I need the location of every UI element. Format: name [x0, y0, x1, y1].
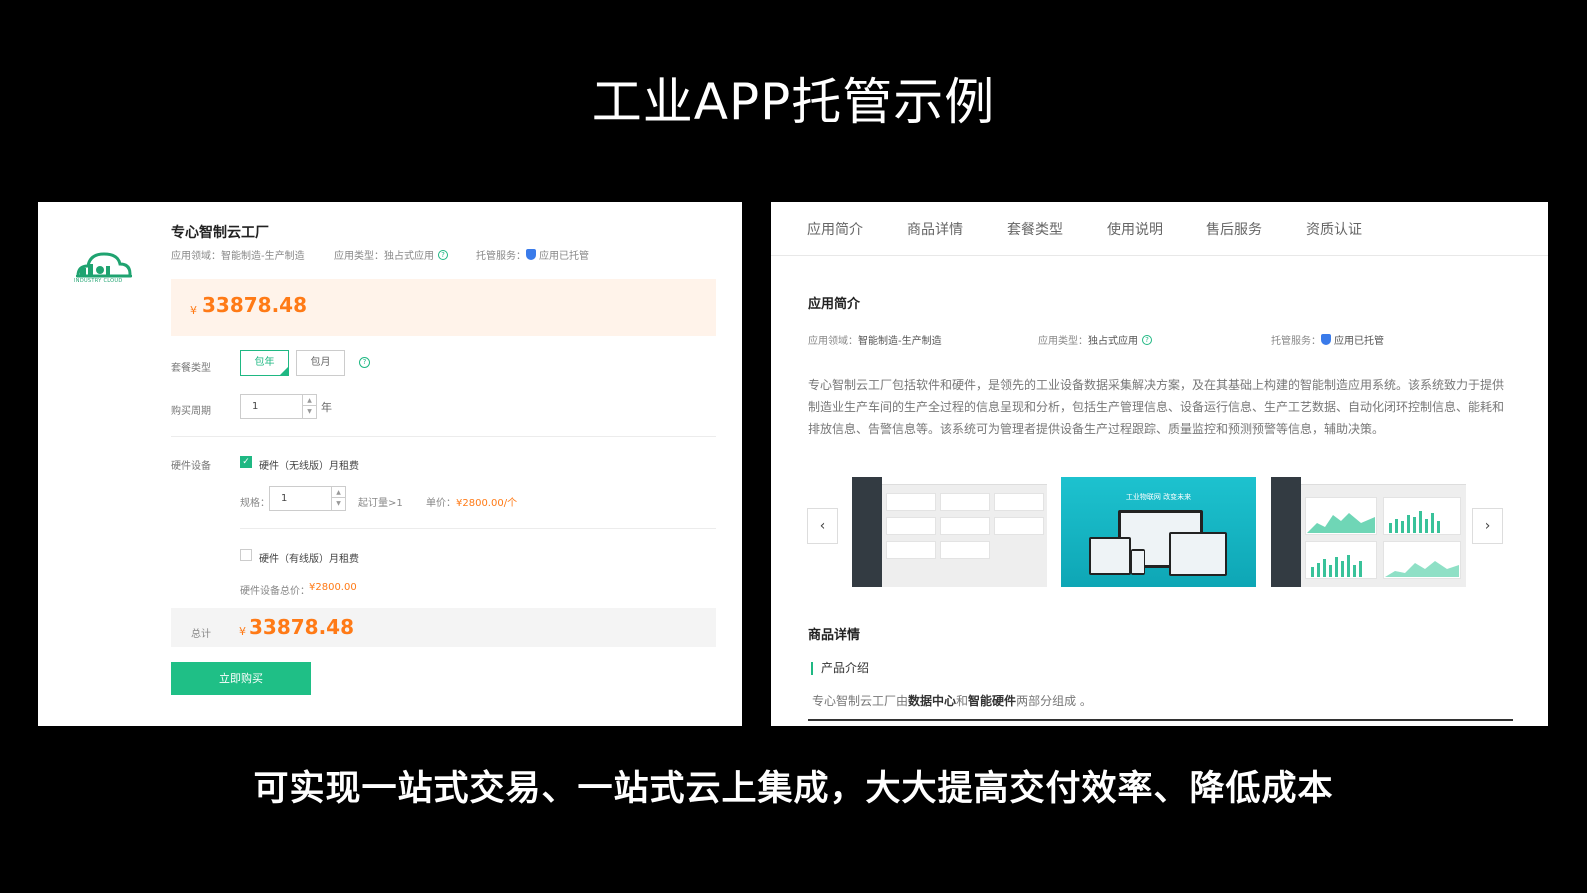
- shield-icon: [1321, 334, 1331, 345]
- product-intro-text: 专心智制云工厂由数据中心和智能硬件两部分组成 。: [812, 692, 1092, 709]
- intro-mid: 和: [956, 694, 969, 708]
- info-icon[interactable]: ?: [438, 249, 448, 260]
- currency-symbol: ¥: [190, 304, 197, 317]
- carousel-next-button[interactable]: ›: [1472, 508, 1503, 544]
- detail-panel: 应用简介 商品详情 套餐类型 使用说明 售后服务 资质认证 应用简介 应用领域：…: [771, 202, 1548, 726]
- tab-usage[interactable]: 使用说明: [1107, 219, 1163, 239]
- type-label: 应用类型：: [1038, 336, 1088, 347]
- plan-help-icon[interactable]: ?: [359, 357, 370, 368]
- tab-app-intro[interactable]: 应用简介: [807, 219, 863, 239]
- info-icon[interactable]: ?: [1142, 334, 1152, 345]
- unit-price-label: 单价：: [426, 498, 456, 509]
- logo-text: INDUSTRY CLOUD: [74, 278, 123, 284]
- divider: [171, 436, 716, 437]
- wireless-label: 硬件（无线版）月租费: [259, 461, 359, 472]
- service-label: 托管服务：: [1271, 336, 1321, 347]
- screenshot-thumbnail-2[interactable]: 工业物联网 改变未来: [1061, 477, 1256, 587]
- product-intro-subtitle: 产品介绍: [811, 662, 869, 675]
- type-label: 应用类型：: [334, 251, 384, 262]
- min-order: 起订量>1: [358, 498, 403, 509]
- currency-symbol: ¥: [239, 625, 246, 638]
- divider: [808, 719, 1513, 721]
- product-meta: 应用领域： 智能制造-生产制造 应用类型： 独占式应用? 托管服务： 应用已托管: [171, 247, 589, 262]
- app-description: 专心智制云工厂包括软件和硬件，是领先的工业设备数据采集解决方案，及在其基础上构建…: [808, 378, 1505, 436]
- service-label: 托管服务：: [476, 251, 526, 262]
- wireless-checkbox[interactable]: ✓: [240, 456, 252, 468]
- stepper-down-icon[interactable]: ▼: [303, 406, 316, 417]
- intro-suffix: 两部分组成 。: [1016, 694, 1092, 708]
- screenshot-thumbnail-1[interactable]: [852, 477, 1047, 587]
- spec-label: 规格：: [240, 498, 270, 509]
- wired-label: 硬件（有线版）月租费: [259, 554, 359, 565]
- intro-title: 应用简介: [808, 297, 861, 312]
- type-value: 独占式应用: [384, 251, 434, 262]
- detail-meta: 应用领域： 智能制造-生产制造 应用类型： 独占式应用? 托管服务： 应用已托管: [808, 332, 1384, 347]
- plan-monthly-button[interactable]: 包月: [296, 350, 345, 376]
- intro-highlight-data-center: 数据中心: [908, 694, 957, 708]
- hardware-label: 硬件设备: [171, 461, 211, 472]
- stepper-up-icon[interactable]: ▲: [332, 487, 345, 498]
- banner-slogan: 工业物联网 改变未来: [1125, 493, 1192, 501]
- price-value: 33878.48: [202, 293, 308, 317]
- total-price: 33878.48: [249, 615, 355, 639]
- unit-price: ¥2800.00/个: [456, 498, 518, 509]
- total-bar: 总计 ¥ 33878.48: [171, 608, 716, 647]
- service-value: 应用已托管: [539, 251, 589, 262]
- plan-label: 套餐类型: [171, 363, 211, 374]
- tab-after-sales[interactable]: 售后服务: [1206, 219, 1262, 239]
- period-unit: 年: [321, 401, 332, 414]
- intro-highlight-hardware: 智能硬件: [968, 694, 1017, 708]
- stepper-down-icon[interactable]: ▼: [332, 498, 345, 509]
- cloud-logo-icon: [76, 252, 132, 278]
- tab-plan-type[interactable]: 套餐类型: [1007, 219, 1063, 239]
- domain-value: 智能制造-生产制造: [858, 336, 942, 347]
- slide-caption: 可实现一站式交易、一站式云上集成，大大提高交付效率、降低成本: [253, 769, 1334, 809]
- hardware-total: ¥2800.00: [309, 582, 357, 593]
- spec-value: 1: [281, 493, 288, 504]
- spec-stepper[interactable]: 1 ▲ ▼: [269, 486, 346, 511]
- tab-goods-detail[interactable]: 商品详情: [907, 219, 963, 239]
- wired-checkbox[interactable]: [240, 549, 252, 561]
- chart-thumbnail-icon: [1307, 511, 1459, 577]
- price-box: ¥ 33878.48: [171, 279, 716, 336]
- slide-title: 工业APP托管示例: [591, 73, 996, 131]
- goods-detail-title: 商品详情: [808, 628, 861, 643]
- type-value: 独占式应用: [1088, 336, 1138, 347]
- plan-yearly-button[interactable]: 包年: [240, 350, 289, 376]
- tab-bar: 应用简介 商品详情 套餐类型 使用说明 售后服务 资质认证: [771, 202, 1548, 256]
- domain-value: 智能制造-生产制造: [221, 251, 305, 262]
- shield-icon: [526, 249, 536, 260]
- service-value: 应用已托管: [1334, 336, 1384, 347]
- period-label: 购买周期: [171, 406, 211, 417]
- total-label: 总计: [191, 629, 211, 640]
- hardware-total-label: 硬件设备总价：: [240, 586, 310, 597]
- screenshot-thumbnail-3[interactable]: [1271, 477, 1466, 587]
- purchase-panel: INDUSTRY CLOUD 专心智制云工厂 应用领域： 智能制造-生产制造 应用…: [38, 202, 742, 726]
- period-stepper[interactable]: 1 ▲ ▼: [240, 394, 317, 419]
- product-name: 专心智制云工厂: [171, 225, 269, 241]
- period-value: 1: [252, 401, 259, 412]
- intro-prefix: 专心智制云工厂由: [812, 694, 909, 708]
- tab-certification[interactable]: 资质认证: [1306, 219, 1362, 239]
- domain-label: 应用领域：: [171, 251, 221, 262]
- buy-now-button[interactable]: 立即购买: [171, 662, 311, 695]
- domain-label: 应用领域：: [808, 336, 858, 347]
- carousel-prev-button[interactable]: ‹: [807, 508, 838, 544]
- stepper-up-icon[interactable]: ▲: [303, 395, 316, 406]
- divider: [240, 528, 716, 529]
